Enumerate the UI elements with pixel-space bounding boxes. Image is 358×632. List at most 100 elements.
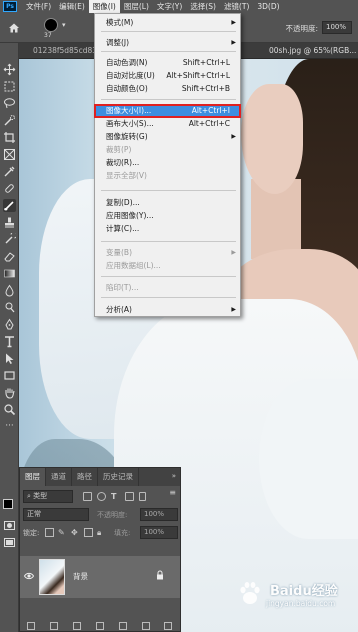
tab-channels[interactable]: 通道 bbox=[46, 468, 72, 486]
collapse-panel-icon[interactable]: » bbox=[172, 472, 176, 480]
lock-pixels-icon[interactable]: ✎ bbox=[58, 528, 67, 537]
image-menu-item: 陷印(T)... bbox=[95, 282, 240, 294]
crop-tool-icon[interactable] bbox=[3, 131, 16, 144]
menu-file[interactable]: 文件(F) bbox=[22, 0, 55, 13]
submenu-arrow-icon: ▶ bbox=[231, 133, 236, 140]
quick-select-tool-icon[interactable] bbox=[3, 114, 16, 127]
home-icon[interactable] bbox=[8, 22, 20, 34]
pen-tool-icon[interactable] bbox=[3, 318, 16, 331]
more-tools-icon[interactable]: ··· bbox=[3, 420, 16, 433]
tab-paths[interactable]: 路径 bbox=[72, 468, 98, 486]
photoshop-logo: Ps bbox=[3, 1, 17, 12]
blend-mode-select[interactable]: 正常 bbox=[23, 508, 89, 521]
eyedropper-tool-icon[interactable] bbox=[3, 165, 16, 178]
layer-kind-filter[interactable]: ⌕ 类型 bbox=[23, 490, 73, 503]
document-tab-title[interactable]: 00sh.jpg @ 65%(RGB... bbox=[269, 43, 356, 59]
frame-tool-icon[interactable] bbox=[3, 148, 16, 161]
pixel-filter-icon[interactable] bbox=[83, 492, 92, 501]
menu-item-label: 陷印(T)... bbox=[106, 283, 139, 292]
menu-item-label: 分析(A) bbox=[106, 305, 132, 314]
menu-select[interactable]: 选择(S) bbox=[186, 0, 220, 13]
zoom-tool-icon[interactable] bbox=[3, 403, 16, 416]
image-menu-item[interactable]: 自动对比度(U) Alt+Shift+Ctrl+L bbox=[95, 70, 240, 82]
layer-name[interactable]: 背景 bbox=[73, 571, 88, 582]
layers-panel-tabs: 图层 通道 路径 历史记录 bbox=[20, 468, 180, 486]
lock-artboard-icon[interactable] bbox=[84, 528, 93, 537]
path-selection-tool-icon[interactable] bbox=[3, 352, 16, 365]
layers-panel-footer bbox=[20, 620, 180, 632]
submenu-arrow-icon: ▶ bbox=[231, 306, 236, 313]
image-menu-item[interactable]: 裁切(R)... bbox=[95, 157, 240, 169]
screen-mode-icon[interactable] bbox=[3, 536, 16, 549]
type-tool-icon[interactable] bbox=[3, 335, 16, 348]
image-menu-item: 变量(B) ▶ bbox=[95, 247, 240, 259]
blur-tool-icon[interactable] bbox=[3, 284, 16, 297]
gradient-tool-icon[interactable] bbox=[3, 267, 16, 280]
brush-tool-icon[interactable] bbox=[3, 199, 16, 212]
fill-field[interactable]: 100% bbox=[140, 526, 178, 539]
adjustment-filter-icon[interactable] bbox=[97, 492, 106, 501]
brush-preset-picker[interactable] bbox=[44, 18, 58, 32]
image-menu-item[interactable]: 模式(M) ▶ bbox=[95, 17, 240, 29]
trash-icon[interactable] bbox=[164, 622, 173, 630]
tab-layers[interactable]: 图层 bbox=[20, 468, 46, 486]
lasso-tool-icon[interactable] bbox=[3, 97, 16, 110]
lock-position-icon[interactable]: ✥ bbox=[71, 528, 80, 537]
menu-layer[interactable]: 图层(L) bbox=[120, 0, 153, 13]
quick-mask-icon[interactable] bbox=[3, 519, 16, 532]
smart-object-filter-icon[interactable] bbox=[139, 492, 146, 501]
foreground-color-swatch[interactable] bbox=[3, 499, 13, 509]
dodge-tool-icon[interactable] bbox=[3, 301, 16, 314]
menu-item-label: 显示全部(V) bbox=[106, 171, 147, 180]
menu-image[interactable]: 图像(I) bbox=[88, 0, 120, 13]
adjustment-layer-icon[interactable] bbox=[95, 622, 104, 630]
type-filter-icon[interactable]: T bbox=[111, 492, 120, 501]
submenu-arrow-icon: ▶ bbox=[231, 249, 236, 256]
marquee-tool-icon[interactable] bbox=[3, 80, 16, 93]
image-menu-item[interactable]: 自动色调(N) Shift+Ctrl+L bbox=[95, 57, 240, 69]
layer-opacity-field[interactable]: 100% bbox=[140, 508, 178, 521]
link-layers-icon[interactable] bbox=[27, 622, 36, 630]
document-tab[interactable]: 01238f5d85cd83 bbox=[33, 43, 97, 59]
image-menu-dropdown: 模式(M) ▶ 调整(J) ▶ 自动色调(N) Shift+Ctrl+L 自动对比度(U) A… bbox=[94, 13, 241, 317]
lock-icon bbox=[157, 570, 163, 580]
image-menu-item[interactable]: 调整(J) ▶ bbox=[95, 37, 240, 49]
tab-history[interactable]: 历史记录 bbox=[98, 468, 139, 486]
image-menu-item[interactable]: 复制(D)... bbox=[95, 197, 240, 209]
healing-brush-tool-icon[interactable] bbox=[3, 182, 16, 195]
image-menu-item[interactable]: 画布大小(S)... Alt+Ctrl+C bbox=[95, 118, 240, 130]
history-brush-tool-icon[interactable] bbox=[3, 231, 18, 246]
layer-style-icon[interactable] bbox=[50, 622, 59, 630]
lock-transparent-icon[interactable] bbox=[45, 528, 54, 537]
menu-item-shortcut: Shift+Ctrl+L bbox=[182, 58, 230, 67]
hand-tool-icon[interactable] bbox=[3, 386, 16, 399]
rectangle-tool-icon[interactable] bbox=[3, 369, 16, 382]
eraser-tool-icon[interactable] bbox=[3, 250, 16, 263]
shape-filter-icon[interactable] bbox=[125, 492, 134, 501]
opacity-field[interactable]: 100% bbox=[322, 21, 352, 34]
menu-type[interactable]: 文字(Y) bbox=[153, 0, 186, 13]
canvas-photo-sleeve-right bbox=[259, 379, 358, 539]
menu-separator bbox=[101, 31, 236, 32]
image-menu-item[interactable]: 应用图像(Y)... bbox=[95, 210, 240, 222]
image-menu-item[interactable]: 图像旋转(G) ▶ bbox=[95, 131, 240, 143]
kind-filter-label: 类型 bbox=[33, 492, 48, 500]
clone-stamp-tool-icon[interactable] bbox=[3, 216, 16, 229]
menu-3d[interactable]: 3D(D) bbox=[253, 0, 283, 13]
new-layer-icon[interactable] bbox=[141, 622, 150, 630]
image-menu-item[interactable]: 自动颜色(O) Shift+Ctrl+B bbox=[95, 83, 240, 95]
new-group-icon[interactable] bbox=[118, 622, 127, 630]
menu-separator bbox=[101, 51, 236, 52]
image-menu-item[interactable]: 分析(A) ▶ bbox=[95, 304, 240, 316]
menu-filter[interactable]: 滤镜(T) bbox=[220, 0, 253, 13]
image-menu-item[interactable]: 图像大小(I)... Alt+Ctrl+I bbox=[94, 104, 241, 118]
move-tool-icon[interactable] bbox=[3, 63, 16, 76]
lock-all-icon[interactable]: 🔒︎ bbox=[97, 528, 106, 537]
menu-edit[interactable]: 编辑(E) bbox=[55, 0, 89, 13]
add-mask-icon[interactable] bbox=[73, 622, 82, 630]
eye-icon[interactable] bbox=[24, 572, 34, 580]
layer-row-background[interactable]: 背景 bbox=[20, 556, 180, 598]
menu-item-label: 变量(B) bbox=[106, 248, 132, 257]
image-menu-item[interactable]: 计算(C)... bbox=[95, 223, 240, 235]
chevron-down-icon[interactable]: ▾ bbox=[62, 21, 66, 29]
